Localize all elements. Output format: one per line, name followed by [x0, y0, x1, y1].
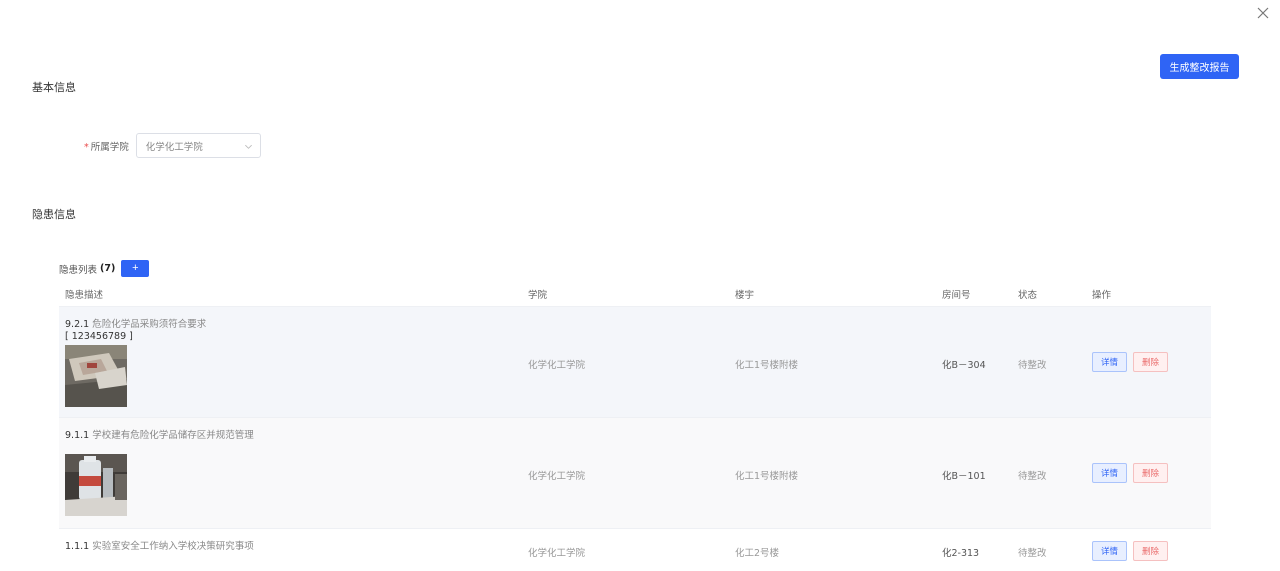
column-header-room: 房间号 — [942, 290, 971, 301]
college-select[interactable]: 化学化工学院 — [135, 133, 261, 158]
row-building: 化工1号楼附楼 — [735, 471, 799, 482]
hazard-list-header: 隐患列表 (7) + — [59, 260, 150, 277]
hazard-list-title: 隐患列表 — [59, 264, 98, 276]
chevron-down-icon — [244, 144, 252, 149]
table-row: 1.1.1 实验室安全工作纳入学校决策研究事项 化学化工学院 化工2号楼 化2-… — [59, 528, 1211, 571]
delete-button[interactable]: 删除 — [1133, 541, 1168, 561]
row-room: 化B－304 — [942, 360, 986, 371]
detail-button[interactable]: 详情 — [1092, 463, 1127, 483]
column-header-building: 楼宇 — [735, 290, 755, 301]
row-building: 化工2号楼 — [735, 548, 780, 559]
hazard-photo-thumbnail[interactable] — [65, 345, 127, 407]
hazard-description-text: 实验室安全工作纳入学校决策研究事项 — [92, 541, 254, 552]
hazard-code: 9.2.1 — [65, 319, 90, 330]
row-status: 待整改 — [1018, 471, 1047, 482]
hazard-code: 1.1.1 — [65, 541, 90, 552]
row-building: 化工1号楼附楼 — [735, 360, 799, 371]
delete-button[interactable]: 删除 — [1133, 463, 1168, 483]
add-hazard-button[interactable]: + — [121, 260, 150, 277]
hazard-code: 9.1.1 — [65, 430, 90, 441]
table-row: 9.2.1 危险化学品采购须符合要求 [ 123456789 ] 化学化工学院 … — [59, 306, 1211, 417]
hazard-description: 9.1.1 学校建有危险化学品储存区并规范管理 — [65, 427, 254, 441]
college-label: * 所属学院 — [84, 139, 129, 153]
generate-report-button[interactable]: 生成整改报告 — [1160, 54, 1239, 79]
college-label-text: 所属学院 — [90, 141, 129, 153]
column-header-college: 学院 — [528, 290, 548, 301]
row-college: 化学化工学院 — [528, 360, 586, 371]
required-mark: * — [84, 141, 89, 153]
hazard-table: 隐患描述 学院 楼宇 房间号 状态 操作 9.2.1 危险化学品采购须符合要求 … — [59, 282, 1211, 571]
row-room: 化2-313 — [942, 548, 980, 559]
column-header-status: 状态 — [1018, 290, 1038, 301]
hazard-description-text: 学校建有危险化学品储存区并规范管理 — [92, 430, 254, 441]
close-icon[interactable] — [1254, 4, 1272, 22]
column-header-description: 隐患描述 — [65, 290, 104, 301]
row-actions: 详情 删除 — [1092, 463, 1168, 483]
hazard-photo-thumbnail[interactable] — [65, 454, 127, 516]
section-title-hazard-info: 隐患信息 — [32, 208, 76, 221]
row-room: 化B－101 — [942, 471, 986, 482]
hazard-description-text: 危险化学品采购须符合要求 — [92, 319, 207, 330]
table-row: 9.1.1 学校建有危险化学品储存区并规范管理 化学化工学院 化工1号楼附楼 化… — [59, 417, 1211, 528]
college-select-value: 化学化工学院 — [145, 141, 203, 153]
column-header-actions: 操作 — [1092, 290, 1112, 301]
hazard-description: 9.2.1 危险化学品采购须符合要求 — [65, 316, 206, 330]
row-college: 化学化工学院 — [528, 471, 586, 482]
hazard-list-count: (7) — [100, 263, 116, 274]
row-status: 待整改 — [1018, 548, 1047, 559]
section-title-basic-info: 基本信息 — [32, 81, 76, 94]
row-actions: 详情 删除 — [1092, 541, 1168, 561]
row-actions: 详情 删除 — [1092, 352, 1168, 372]
row-status: 待整改 — [1018, 360, 1047, 371]
row-college: 化学化工学院 — [528, 548, 586, 559]
table-header: 隐患描述 学院 楼宇 房间号 状态 操作 — [59, 282, 1211, 306]
detail-button[interactable]: 详情 — [1092, 541, 1127, 561]
detail-button[interactable]: 详情 — [1092, 352, 1127, 372]
hazard-tag: [ 123456789 ] — [65, 331, 133, 342]
hazard-description: 1.1.1 实验室安全工作纳入学校决策研究事项 — [65, 538, 254, 552]
delete-button[interactable]: 删除 — [1133, 352, 1168, 372]
college-form-row: * 所属学院 化学化工学院 — [84, 133, 261, 158]
